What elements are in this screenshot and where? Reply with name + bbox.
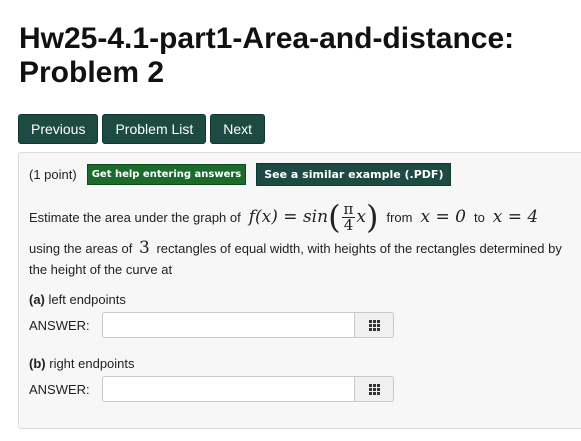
previous-button[interactable]: Previous (18, 114, 99, 144)
fraction-denominator: 4 (343, 215, 354, 234)
part-b-text: right endpoints (49, 356, 135, 371)
part-b-letter: (b) (29, 356, 46, 371)
answer-b-label: ANSWER: (29, 381, 90, 397)
next-button[interactable]: Next (210, 114, 266, 144)
answer-row-a: ANSWER: (29, 312, 394, 338)
help-entering-answers-button[interactable]: Get help entering answers (86, 164, 247, 185)
rectangle-count: 3 (138, 238, 150, 258)
fraction: π 4 (341, 201, 356, 234)
page-title: Hw25-4.1-part1-Area-and-distance: Proble… (19, 22, 515, 89)
question-text-to: to (473, 209, 485, 225)
question-text-using: using the areas of (29, 241, 133, 256)
question-line-2: using the areas of 3 rectangles of equal… (29, 238, 569, 280)
problem-list-button[interactable]: Problem List (102, 114, 207, 144)
problem-panel: (1 point) Get help entering answers See … (18, 152, 581, 429)
paren-open: ( (328, 198, 341, 236)
keypad-icon (368, 319, 380, 331)
to-expression: x = 4 (492, 207, 539, 227)
function-variable: x (356, 207, 366, 227)
from-expression: x = 0 (420, 207, 466, 227)
part-b-label: (b) right endpoints (29, 356, 135, 371)
question-text-estimate: Estimate the area under the graph of (29, 209, 241, 225)
answer-a-keypad-button[interactable] (355, 312, 394, 338)
answer-a-label: ANSWER: (29, 317, 90, 333)
answer-row-b: ANSWER: (29, 376, 394, 402)
similar-example-button[interactable]: See a similar example (.PDF) (256, 163, 452, 186)
answer-a-input[interactable] (102, 312, 355, 338)
answer-b-keypad-button[interactable] (355, 376, 394, 402)
problem-header: (1 point) Get help entering answers See … (29, 163, 452, 186)
question-line-1: Estimate the area under the graph of f(x… (29, 201, 538, 233)
points-label: (1 point) (29, 167, 77, 182)
part-a-text: left endpoints (48, 292, 126, 307)
function-lhs: f(x) = sin (248, 207, 329, 227)
part-a-letter: (a) (29, 292, 45, 307)
paren-close: ) (366, 198, 379, 236)
part-a-label: (a) left endpoints (29, 292, 126, 307)
question-text-from: from (386, 209, 413, 225)
answer-b-input[interactable] (102, 376, 355, 402)
keypad-icon (368, 383, 380, 395)
problem-nav: Previous Problem List Next (18, 114, 266, 144)
